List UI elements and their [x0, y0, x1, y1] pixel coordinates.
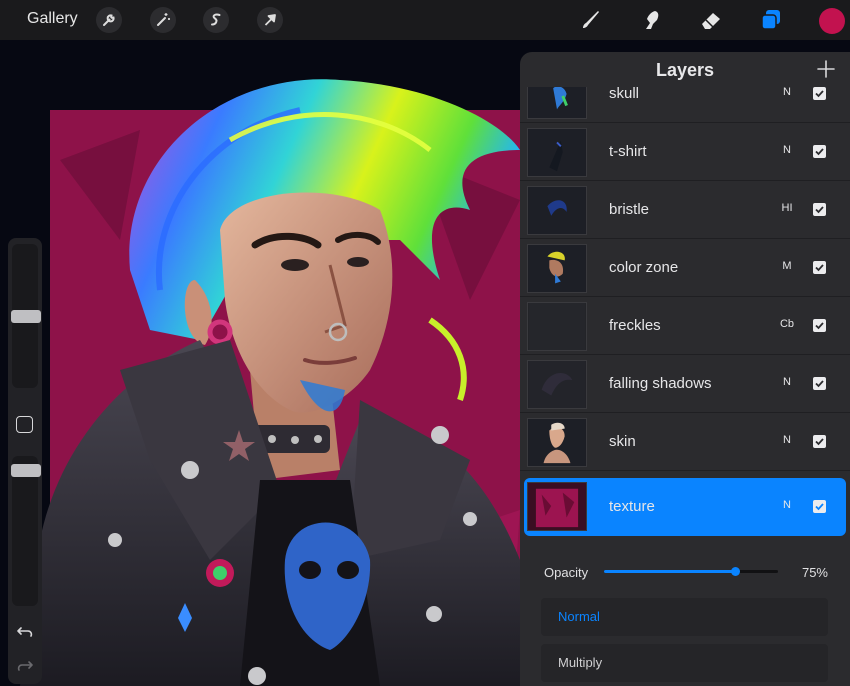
left-sidebar [8, 238, 42, 684]
selection-icon[interactable] [203, 7, 229, 33]
layer-row-t-shirt[interactable]: t-shirt N [520, 123, 850, 181]
top-toolbar: Gallery [0, 0, 850, 40]
blend-mode-indicator[interactable]: N [775, 434, 799, 446]
layer-row-skin[interactable]: skin N [520, 413, 850, 471]
visibility-checkbox[interactable] [813, 87, 826, 100]
layers-icon[interactable] [758, 7, 784, 33]
layer-row-bristle[interactable]: bristle HI [520, 181, 850, 239]
brush-icon[interactable] [578, 7, 604, 33]
blend-mode-normal[interactable]: Normal [541, 598, 828, 636]
blend-mode-label: Normal [558, 609, 600, 624]
layer-name: skull [609, 87, 640, 102]
blend-mode-label: Multiply [558, 655, 603, 670]
opacity-label: Opacity [544, 565, 589, 580]
layer-name: skin [609, 433, 636, 450]
visibility-checkbox[interactable] [813, 435, 826, 448]
brush-size-thumb[interactable] [11, 309, 41, 323]
redo-icon[interactable] [14, 654, 36, 676]
blend-mode-indicator[interactable]: N [775, 376, 799, 388]
layer-thumbnail [527, 360, 587, 409]
layer-name: texture [609, 498, 655, 515]
blend-mode-indicator[interactable]: N [775, 87, 799, 98]
blend-mode-indicator[interactable]: N [775, 144, 799, 156]
opacity-slider[interactable] [604, 567, 778, 576]
visibility-checkbox[interactable] [813, 203, 826, 216]
visibility-checkbox[interactable] [813, 145, 826, 158]
panel-title: Layers [655, 60, 715, 80]
arrow-cursor-icon[interactable] [257, 7, 283, 33]
layer-thumbnail [527, 186, 587, 235]
layer-row-falling-shadows[interactable]: falling shadows N [520, 355, 850, 413]
visibility-checkbox[interactable] [813, 261, 826, 274]
plus-icon[interactable] [815, 58, 837, 80]
layer-list: skull N t-shirt N bristle HI color zone … [520, 87, 850, 537]
opacity-value: 75% [801, 565, 828, 580]
color-swatch[interactable] [819, 8, 845, 34]
gallery-button[interactable]: Gallery [27, 10, 78, 28]
layer-thumbnail [527, 482, 587, 531]
visibility-checkbox[interactable] [813, 319, 826, 332]
undo-icon[interactable] [14, 620, 36, 642]
layer-name: color zone [609, 259, 679, 276]
layer-row-skull[interactable]: skull N [520, 87, 850, 123]
eraser-icon[interactable] [698, 7, 724, 33]
magic-wand-icon[interactable] [150, 7, 176, 33]
layer-thumbnail [527, 87, 587, 119]
smudge-icon[interactable] [638, 7, 664, 33]
visibility-checkbox[interactable] [813, 500, 826, 513]
blend-mode-indicator[interactable]: M [775, 260, 799, 272]
layer-name: freckles [609, 317, 661, 334]
blend-mode-indicator[interactable]: N [775, 499, 799, 511]
opacity-slider-knob[interactable] [730, 567, 740, 576]
layer-thumbnail [527, 418, 587, 467]
opacity-slider-fill [604, 570, 735, 573]
brush-size-slider[interactable] [11, 244, 41, 388]
layer-name: falling shadows [609, 375, 712, 392]
modify-square-icon[interactable] [16, 416, 33, 433]
layer-name: t-shirt [609, 143, 647, 160]
layer-thumbnail [527, 244, 587, 293]
brush-opacity-thumb[interactable] [11, 464, 41, 478]
wrench-icon[interactable] [96, 7, 122, 33]
layer-row-texture[interactable]: texture N [524, 478, 846, 536]
blend-mode-multiply[interactable]: Multiply [541, 644, 828, 682]
layer-row-freckles[interactable]: freckles Cb [520, 297, 850, 355]
visibility-checkbox[interactable] [813, 377, 826, 390]
layer-row-color-zone[interactable]: color zone M [520, 239, 850, 297]
layer-name: bristle [609, 201, 650, 218]
layer-thumbnail [527, 128, 587, 177]
blend-mode-indicator[interactable]: HI [775, 202, 799, 214]
layer-thumbnail [527, 302, 587, 351]
brush-opacity-slider[interactable] [11, 456, 41, 606]
blend-mode-indicator[interactable]: Cb [775, 318, 799, 330]
layers-panel: Layers skull N t-shirt N bristle HI colo… [520, 52, 850, 686]
